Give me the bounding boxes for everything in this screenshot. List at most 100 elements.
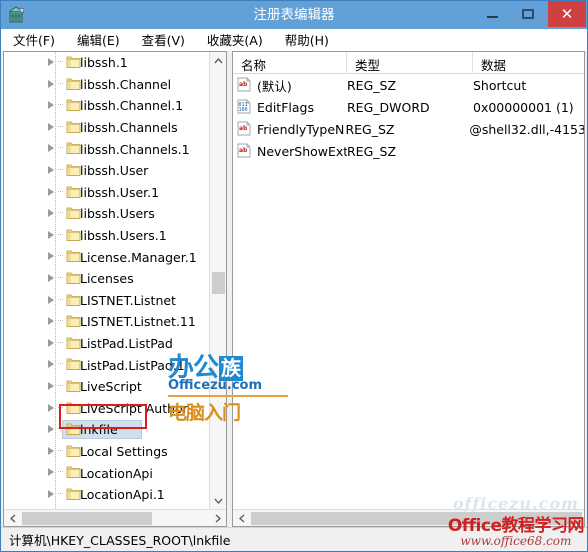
tree-item[interactable]: libssh.User xyxy=(4,160,209,182)
menu-file[interactable]: 文件(F) xyxy=(11,29,57,50)
expand-arrow-icon[interactable] xyxy=(48,360,54,369)
tree-item[interactable]: LISTNET.Listnet xyxy=(4,290,209,312)
expand-arrow-icon[interactable] xyxy=(48,425,54,434)
tree-item-label: LocationApi.1 xyxy=(80,487,165,503)
menu-help[interactable]: 帮助(H) xyxy=(283,29,331,50)
column-header-data[interactable]: 数据 xyxy=(473,52,584,74)
folder-icon xyxy=(66,55,81,69)
values-horizontal-scroll-thumb[interactable] xyxy=(251,512,582,525)
expand-arrow-icon[interactable] xyxy=(48,317,54,326)
scroll-down-button[interactable] xyxy=(210,492,226,509)
tree-item[interactable]: ListPad.ListPad.1 xyxy=(4,354,209,376)
expand-arrow-icon[interactable] xyxy=(48,381,54,390)
tree-item-label: lnkfile xyxy=(80,422,118,438)
expand-arrow-icon[interactable] xyxy=(48,58,54,66)
expand-arrow-icon[interactable] xyxy=(48,489,54,498)
expand-arrow-icon[interactable] xyxy=(48,209,54,218)
value-type: REG_SZ xyxy=(345,121,395,137)
tree-item[interactable]: libssh.Channel xyxy=(4,74,209,96)
values-horizontal-scrollbar[interactable] xyxy=(233,509,584,526)
tree-item[interactable]: libssh.Users.1 xyxy=(4,225,209,247)
close-button[interactable]: ✕ xyxy=(548,1,586,27)
menu-favorites[interactable]: 收藏夹(A) xyxy=(205,29,265,50)
tree-item[interactable]: Licenses xyxy=(4,268,209,290)
expand-arrow-icon[interactable] xyxy=(48,122,54,131)
expand-arrow-icon[interactable] xyxy=(48,252,54,261)
tree-item[interactable]: ListPad.ListPad xyxy=(4,333,209,355)
expand-arrow-icon[interactable] xyxy=(48,79,54,88)
scroll-left-button[interactable] xyxy=(4,510,21,527)
maximize-button[interactable] xyxy=(509,1,547,27)
tree-connector-line xyxy=(58,125,64,127)
tree-item-selected[interactable]: lnkfile xyxy=(4,419,209,441)
expand-arrow-icon[interactable] xyxy=(48,273,54,282)
tree-connector-line xyxy=(58,384,64,386)
tree-connector-line xyxy=(58,320,64,322)
value-row[interactable]: 011 100 EditFlags REG_DWORD 0x00000001 (1) xyxy=(233,96,584,118)
expand-arrow-icon[interactable] xyxy=(48,295,54,304)
maximize-icon xyxy=(522,9,534,19)
expand-arrow-icon[interactable] xyxy=(48,187,54,196)
scroll-up-button[interactable] xyxy=(210,52,226,69)
tree-item[interactable]: Local Settings xyxy=(4,441,209,463)
minimize-button[interactable] xyxy=(473,1,511,27)
tree-item[interactable]: libssh.Channels.1 xyxy=(4,138,209,160)
values-column-headers: 名称 类型 数据 xyxy=(233,52,584,74)
scroll-right-button[interactable] xyxy=(209,510,226,527)
string-value-icon: ab xyxy=(237,77,251,92)
column-header-name[interactable]: 名称 xyxy=(233,52,347,74)
tree-item[interactable]: libssh.Users xyxy=(4,203,209,225)
tree-vertical-scrollbar[interactable] xyxy=(209,52,226,509)
status-path: 计算机\HKEY_CLASSES_ROOT\lnkfile xyxy=(9,533,231,548)
tree-connector-line xyxy=(58,363,64,365)
expand-arrow-icon[interactable] xyxy=(48,468,54,477)
tree-item[interactable]: LocationApi.1 xyxy=(4,484,209,506)
registry-tree-pane[interactable]: libssh.1 libssh.Channel libssh.Channel.1 li… xyxy=(3,51,227,527)
expand-arrow-icon[interactable] xyxy=(48,165,54,174)
menu-bar: 文件(F) 编辑(E) 查看(V) 收藏夹(A) 帮助(H) xyxy=(1,29,587,51)
tree-item[interactable]: libssh.1 xyxy=(4,52,209,74)
expand-arrow-icon[interactable] xyxy=(48,230,54,239)
tree-item-label: LISTNET.Listnet xyxy=(80,292,176,308)
value-row[interactable]: abFriendlyTypeN...REG_SZ@shell32.dll,-41… xyxy=(233,118,584,140)
tree-item[interactable]: LiveScript Author xyxy=(4,398,209,420)
tree-connector-line xyxy=(58,233,64,235)
tree-horizontal-scrollbar[interactable] xyxy=(4,509,226,526)
values-list: ab (默认) REG_SZ Shortcut 011 100 EditFlags REG_D… xyxy=(233,74,584,509)
folder-icon xyxy=(66,98,81,112)
value-row[interactable]: ab NeverShowExt REG_SZ xyxy=(233,140,584,162)
menu-edit[interactable]: 编辑(E) xyxy=(75,29,122,50)
svg-text:ab: ab xyxy=(239,147,248,154)
tree-connector-line xyxy=(58,276,64,278)
expand-arrow-icon[interactable] xyxy=(48,446,54,455)
tree-item[interactable]: libssh.Channels xyxy=(4,117,209,139)
tree-vertical-scroll-thumb[interactable] xyxy=(212,272,225,294)
tree-item-label: libssh.User xyxy=(80,163,149,179)
tree-item-label: ListPad.ListPad.1 xyxy=(80,357,185,373)
tree-connector-line xyxy=(58,61,64,62)
values-scroll-left-button[interactable] xyxy=(233,510,250,526)
tree-horizontal-scroll-thumb[interactable] xyxy=(22,512,152,525)
tree-item[interactable]: License.Manager.1 xyxy=(4,246,209,268)
client-area: libssh.1 libssh.Channel libssh.Channel.1 li… xyxy=(1,51,587,527)
tree-item[interactable]: libssh.Channel.1 xyxy=(4,95,209,117)
column-header-type[interactable]: 类型 xyxy=(347,52,473,74)
registry-values-pane[interactable]: 名称 类型 数据 ab (默认) REG_SZ Shortcut 011 100 EditF… xyxy=(232,51,585,527)
expand-arrow-icon[interactable] xyxy=(48,338,54,347)
tree-item-label: libssh.1 xyxy=(80,55,128,71)
title-bar[interactable]: 注册表编辑器 ✕ xyxy=(1,1,587,29)
expand-arrow-icon[interactable] xyxy=(48,101,54,110)
menu-view[interactable]: 查看(V) xyxy=(140,29,187,50)
folder-icon xyxy=(66,228,81,242)
folder-icon xyxy=(66,163,81,177)
tree-item[interactable]: libssh.User.1 xyxy=(4,182,209,204)
folder-icon xyxy=(66,185,81,199)
tree-item[interactable]: LocationApi xyxy=(4,462,209,484)
value-data: Shortcut xyxy=(473,77,527,93)
value-row[interactable]: ab (默认) REG_SZ Shortcut xyxy=(233,74,584,96)
expand-arrow-icon[interactable] xyxy=(48,403,54,412)
tree-connector-line xyxy=(58,471,64,473)
expand-arrow-icon[interactable] xyxy=(48,144,54,153)
tree-item[interactable]: LiveScript xyxy=(4,376,209,398)
tree-item[interactable]: LISTNET.Listnet.11 xyxy=(4,311,209,333)
